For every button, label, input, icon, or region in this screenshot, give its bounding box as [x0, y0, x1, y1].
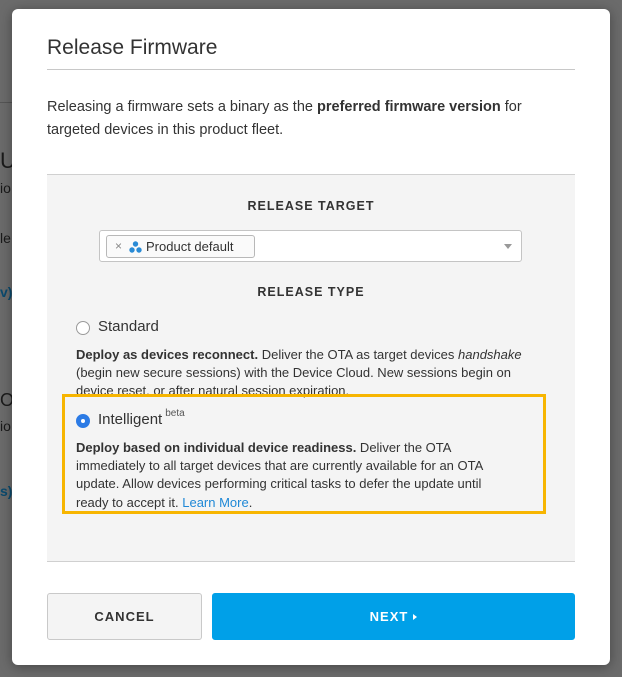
remove-tag-icon[interactable]: × — [115, 236, 122, 257]
intelligent-desc-bold: Deploy based on individual device readin… — [76, 440, 357, 455]
learn-more-link[interactable]: Learn More — [182, 495, 248, 510]
background-divider — [0, 102, 12, 103]
product-icon — [129, 241, 142, 253]
background-text-fragment: io — [0, 180, 11, 196]
caret-right-icon — [413, 614, 418, 620]
beta-badge: beta — [165, 408, 185, 419]
intelligent-label-text: Intelligent — [98, 411, 163, 428]
standard-radio[interactable] — [76, 321, 90, 335]
standard-desc-italic: handshake — [458, 347, 522, 362]
chevron-down-icon[interactable] — [504, 244, 512, 249]
intelligent-option-label[interactable]: Intelligent beta — [98, 408, 185, 428]
intelligent-radio[interactable] — [76, 414, 90, 428]
standard-option-label[interactable]: Standard — [98, 318, 159, 335]
standard-desc-bold: Deploy as devices reconnect. — [76, 347, 259, 362]
target-tag-label: Product default — [146, 239, 234, 254]
release-type-label: RELEASE TYPE — [257, 285, 365, 299]
standard-desc-text: Deliver the OTA as target devices — [258, 347, 458, 362]
release-firmware-dialog: Release Firmware Releasing a firmware se… — [12, 9, 610, 665]
intro-emphasis: preferred firmware version — [317, 99, 501, 115]
intro-text: Releasing a firmware sets a binary as th… — [47, 99, 317, 115]
background-text-fragment: le — [0, 230, 11, 246]
target-tag: × Product default — [106, 235, 255, 258]
next-button-label: NEXT — [369, 609, 409, 624]
intelligent-desc-end: . — [248, 494, 253, 510]
release-options-panel: RELEASE TARGET × Product default RELEASE… — [47, 174, 575, 562]
standard-option-description: Deploy as devices reconnect. Deliver the… — [76, 346, 526, 401]
cancel-button[interactable]: CANCEL — [47, 593, 202, 640]
dialog-title: Release Firmware — [47, 36, 218, 59]
background-text-fragment: io — [0, 418, 11, 434]
title-divider — [47, 69, 575, 70]
intelligent-option-description: Deploy based on individual device readin… — [76, 439, 516, 512]
release-target-label: RELEASE TARGET — [247, 199, 375, 213]
release-target-select[interactable]: × Product default — [99, 230, 522, 262]
next-button[interactable]: NEXT — [212, 593, 575, 640]
dialog-intro: Releasing a firmware sets a binary as th… — [47, 96, 577, 142]
